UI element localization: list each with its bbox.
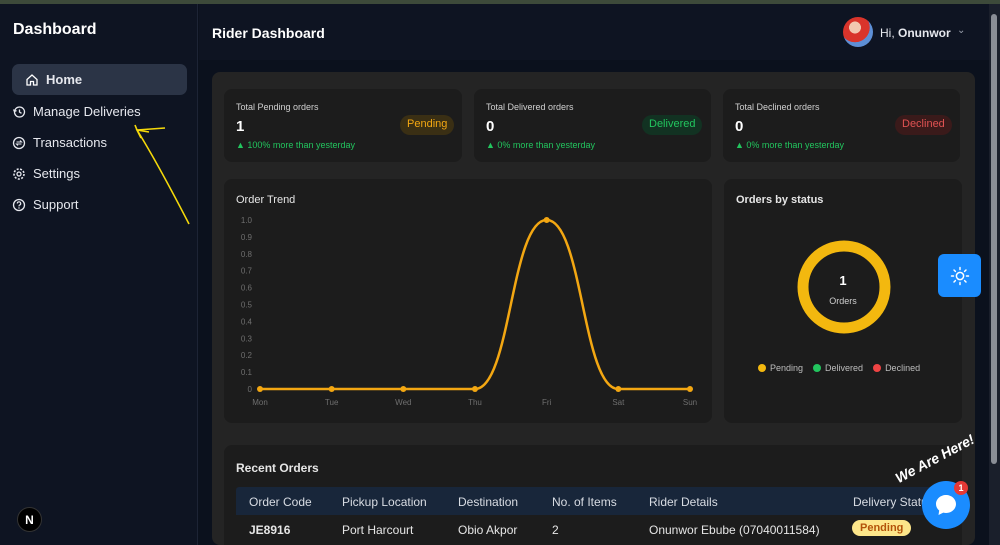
theme-toggle-button[interactable] xyxy=(938,254,981,297)
y-tick-label: 0.4 xyxy=(241,317,253,326)
sun-icon xyxy=(950,266,969,285)
status-badge: Pending xyxy=(400,115,455,135)
order-trend-card: Order Trend 0 0.1 0.2 0.3 0.4 0.5 0.6 0.7 0.8 0.9… xyxy=(224,179,712,423)
status-badge: Pending xyxy=(852,520,912,536)
x-tick-label: Fri xyxy=(542,398,552,407)
y-tick-label: 0.3 xyxy=(241,334,253,343)
x-tick-label: Sat xyxy=(612,398,625,407)
x-tick-label: Mon xyxy=(252,398,268,407)
main-panel: Total Pending orders 1 ▲ 100% more than … xyxy=(212,72,975,545)
y-tick-label: 0.2 xyxy=(241,351,253,360)
column-header: Order Code xyxy=(249,495,312,509)
cell-destination: Obio Akpor xyxy=(458,523,518,537)
sidebar-item-label: Transactions xyxy=(33,135,107,150)
y-tick-label: 0.8 xyxy=(241,250,253,259)
unread-badge: 1 xyxy=(954,481,968,495)
donut-center-label: Orders xyxy=(829,296,857,306)
data-point[interactable] xyxy=(472,386,478,392)
data-point[interactable] xyxy=(615,386,622,392)
sidebar-item-label: Manage Deliveries xyxy=(33,104,141,119)
data-point[interactable] xyxy=(257,386,263,392)
home-icon xyxy=(25,73,39,87)
x-tick-label: Wed xyxy=(395,398,411,407)
stat-trend: ▲ 0% more than yesterday xyxy=(735,140,844,150)
greeting-text: Hi, xyxy=(880,26,895,40)
y-tick-label: 0.5 xyxy=(241,301,253,310)
chart-legend: Pending Delivered Declined xyxy=(758,363,920,373)
y-tick-label: 0.9 xyxy=(241,233,253,242)
sidebar-item-label: Home xyxy=(46,72,83,87)
donut-center-value: 1 xyxy=(839,273,847,288)
y-tick-label: 0.7 xyxy=(241,267,253,276)
table-header: Order Code Pickup Location Destination N… xyxy=(236,487,966,515)
framework-badge[interactable]: N xyxy=(17,507,42,532)
cell-order-code: JE8916 xyxy=(249,523,291,537)
help-icon xyxy=(12,198,26,212)
orders-by-status-card: Orders by status 1 Orders Pending Delive… xyxy=(724,179,962,423)
data-point[interactable] xyxy=(543,217,550,223)
user-name: Onunwor xyxy=(898,26,951,40)
y-tick-label: 0.1 xyxy=(241,368,253,377)
column-header: Destination xyxy=(458,495,519,509)
x-tick-label: Thu xyxy=(468,398,482,407)
stat-trend: ▲ 100% more than yesterday xyxy=(236,140,355,150)
recent-orders-card: Recent Orders Order Code Pickup Location… xyxy=(224,445,966,545)
stat-value: 1 xyxy=(236,118,245,135)
chevron-down-icon[interactable]: ⌄ xyxy=(957,25,965,36)
stat-card-pending: Total Pending orders 1 ▲ 100% more than … xyxy=(224,89,462,162)
stat-label: Total Pending orders xyxy=(236,102,319,112)
stat-label: Total Declined orders xyxy=(735,102,820,112)
stat-value: 0 xyxy=(735,118,744,135)
x-tick-label: Tue xyxy=(325,398,339,407)
chat-icon xyxy=(936,495,956,515)
series-line xyxy=(259,218,690,391)
status-badge: Declined xyxy=(895,115,952,135)
legend-item-declined: Declined xyxy=(873,363,920,373)
section-title: Recent Orders xyxy=(236,461,319,475)
legend-item-pending: Pending xyxy=(758,363,803,373)
sidebar-item-label: Support xyxy=(33,197,79,212)
stat-card-delivered: Total Delivered orders 0 ▲ 0% more than … xyxy=(474,89,711,162)
sidebar-item-home[interactable]: Home xyxy=(12,64,187,95)
top-header: Rider Dashboard Hi, Onunwor ⌄ xyxy=(199,4,989,60)
annotation-arrow xyxy=(134,124,190,225)
x-tick-label: Sun xyxy=(683,398,697,407)
history-icon xyxy=(12,105,26,119)
cell-items: 2 xyxy=(552,523,559,537)
column-header: Pickup Location xyxy=(342,495,427,509)
data-point[interactable] xyxy=(687,386,693,392)
data-point[interactable] xyxy=(328,386,335,392)
data-point[interactable] xyxy=(400,386,407,392)
column-header: No. of Items xyxy=(552,495,617,509)
user-greeting[interactable]: Hi, Onunwor xyxy=(880,26,951,40)
gear-icon xyxy=(12,167,26,181)
stat-trend: ▲ 0% more than yesterday xyxy=(486,140,595,150)
sidebar: Dashboard Home Manage Deliveries Transac… xyxy=(0,4,198,545)
stat-label: Total Delivered orders xyxy=(486,102,574,112)
cell-pickup: Port Harcourt xyxy=(342,523,414,537)
page-title: Rider Dashboard xyxy=(212,25,325,41)
sidebar-item-label: Settings xyxy=(33,166,80,181)
y-tick-label: 1.0 xyxy=(241,216,253,225)
stat-card-declined: Total Declined orders 0 ▲ 0% more than y… xyxy=(723,89,960,162)
scrollbar-thumb[interactable] xyxy=(991,14,997,464)
legend-item-delivered: Delivered xyxy=(813,363,863,373)
cell-rider: Onunwor Ebube (07040011584) xyxy=(649,523,820,537)
y-tick-label: 0.6 xyxy=(241,284,253,293)
column-header: Rider Details xyxy=(649,495,718,509)
transactions-icon xyxy=(12,136,26,150)
y-tick-label: 0 xyxy=(248,385,253,394)
stat-value: 0 xyxy=(486,118,495,135)
sidebar-brand: Dashboard xyxy=(13,21,97,38)
status-badge: Delivered xyxy=(642,115,703,135)
order-trend-chart: 0 0.1 0.2 0.3 0.4 0.5 0.6 0.7 0.8 0.9 1.0 Mon Tue Wed… xyxy=(241,216,697,407)
avatar[interactable] xyxy=(843,17,873,47)
